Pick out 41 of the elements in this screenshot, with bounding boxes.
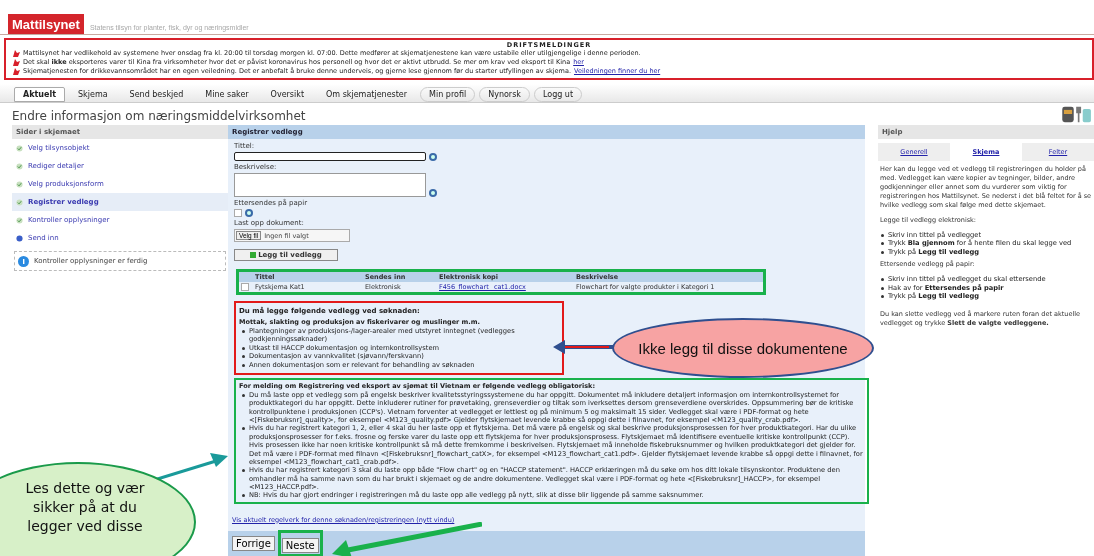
nav-tab[interactable]: Oversikt (261, 86, 313, 102)
add-icon (250, 252, 257, 258)
previous-button[interactable]: Forrige (232, 536, 275, 552)
dot-icon (16, 234, 23, 242)
help-icon[interactable] (245, 209, 253, 217)
callout: Les dette og vær sikker på at du legger ved disse (0, 462, 196, 556)
checkmark-icon (16, 144, 23, 152)
bullet-icon (242, 393, 245, 397)
description-input[interactable] (234, 173, 426, 197)
checkmark-icon (16, 162, 23, 170)
bullet-icon (242, 355, 245, 359)
bullet-icon (881, 234, 884, 237)
bullet-icon (242, 469, 245, 473)
help-icon[interactable] (429, 189, 437, 197)
paper-checkbox[interactable] (234, 209, 242, 217)
checkmark-icon (16, 180, 23, 188)
bullet-icon (242, 494, 245, 498)
nav-tab[interactable]: Skjema (69, 86, 117, 102)
bullet-icon (242, 346, 245, 350)
bullet-icon (881, 242, 884, 246)
bullet-icon (881, 294, 884, 298)
bullet-icon (242, 363, 245, 367)
row-checkbox[interactable] (241, 283, 249, 291)
info-icon (18, 255, 29, 267)
nav-tab[interactable]: Aktuelt (14, 86, 66, 102)
bullet-icon (881, 286, 884, 290)
nav-tab[interactable]: Mine saker (196, 86, 258, 102)
next-button[interactable]: Neste (281, 538, 319, 554)
page-title: Endre informasjon om næringsmiddelvirksomhet (12, 109, 306, 123)
bullet-icon (881, 278, 884, 282)
bullet-icon (242, 427, 245, 431)
food-icons-drawing (1062, 105, 1092, 123)
logo[interactable]: Mattilsynet (8, 14, 84, 34)
bullet-icon (881, 250, 884, 254)
nav-tab[interactable]: Send beskjed (120, 86, 193, 102)
checkmark-icon (16, 198, 23, 206)
checkmark-icon (16, 216, 23, 224)
title-input[interactable] (234, 152, 426, 161)
bullet-icon (242, 330, 245, 333)
nav-tab[interactable]: Om skjematjenester (317, 86, 417, 102)
help-icon[interactable] (429, 152, 437, 161)
